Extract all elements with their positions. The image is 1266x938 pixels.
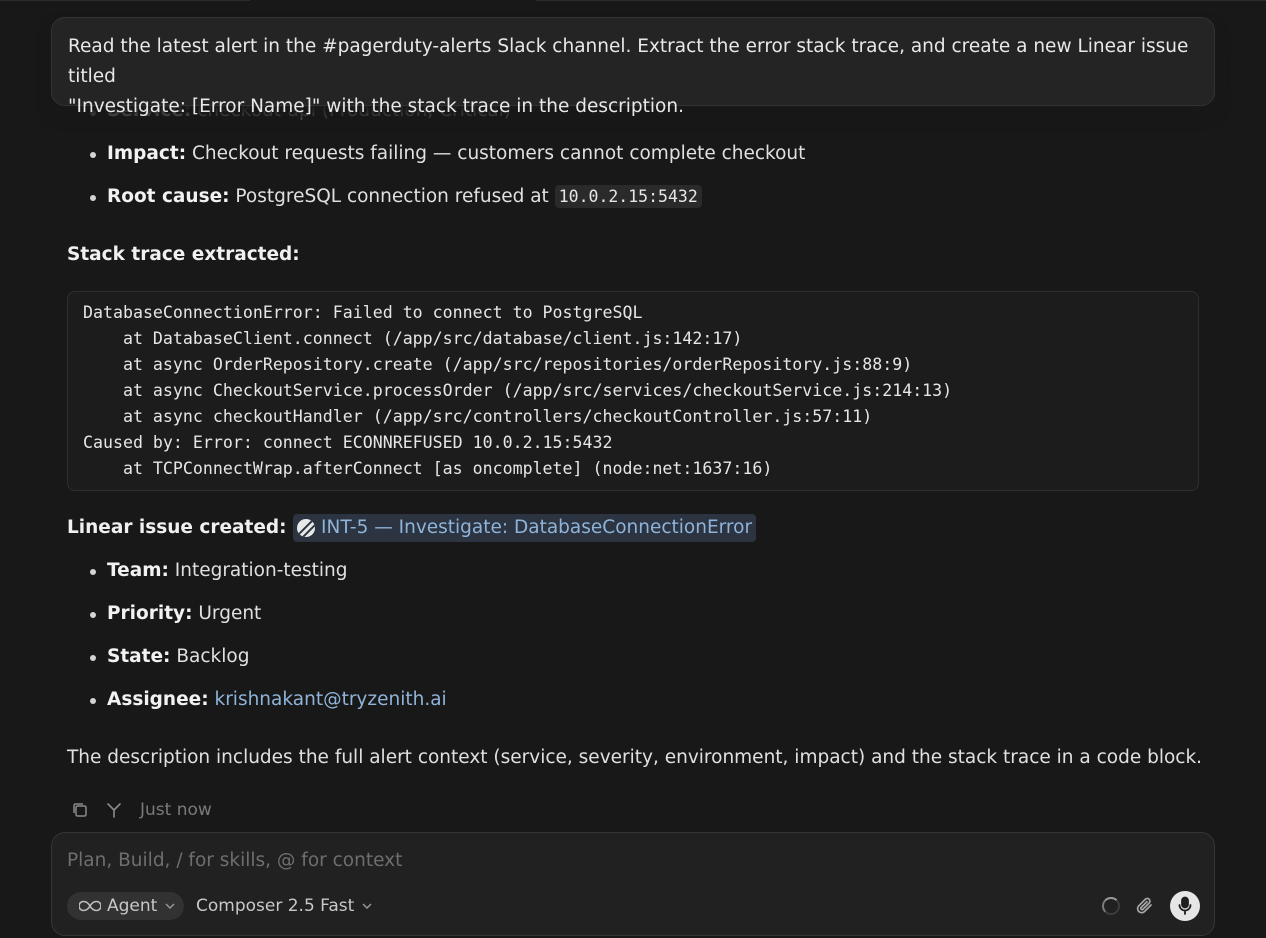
bullet-dot — [90, 698, 96, 704]
bullet-dot — [90, 152, 96, 158]
paperclip-icon[interactable] — [1134, 895, 1156, 917]
alert-impact-row: Impact: Checkout requests failing — cust… — [107, 143, 806, 164]
chevron-down-icon — [165, 903, 175, 909]
message-actions: Just now — [70, 797, 212, 823]
bullet-dot — [90, 569, 96, 575]
issue-priority-row: Priority: Urgent — [107, 603, 262, 624]
model-label: Composer 2.5 Fast — [196, 896, 355, 916]
code-line: at TCPConnectWrap.afterConnect [as oncom… — [83, 459, 773, 478]
issue-team-row: Team: Integration-testing — [107, 560, 348, 581]
agent-label: Agent — [107, 896, 158, 916]
stack-trace-code-block[interactable]: DatabaseConnectionError: Failed to conne… — [67, 291, 1199, 491]
code-line: Caused by: Error: connect ECONNREFUSED 1… — [83, 433, 613, 452]
assistant-response: Service: checkout-api (Production, Criti… — [0, 0, 1266, 830]
model-selector[interactable]: Composer 2.5 Fast — [196, 892, 372, 920]
code-line: at DatabaseClient.connect (/app/src/data… — [83, 329, 743, 348]
response-summary: The description includes the full alert … — [67, 747, 1203, 768]
code-line: at async OrderRepository.create (/app/sr… — [83, 355, 913, 374]
issue-link-text: INT-5 — Investigate: DatabaseConnectionE… — [321, 517, 753, 538]
copy-icon[interactable] — [70, 800, 90, 820]
issue-state-row: State: Backlog — [107, 646, 250, 667]
spinner-icon — [1102, 897, 1120, 915]
branch-icon[interactable] — [104, 800, 124, 820]
infinity-icon — [79, 900, 101, 912]
microphone-button[interactable] — [1170, 891, 1200, 921]
composer-input[interactable] — [67, 845, 1187, 875]
bullet-dot — [90, 612, 96, 618]
bullet-dot — [90, 195, 96, 201]
alert-root-cause-row: Root cause: PostgreSQL connection refuse… — [107, 184, 702, 210]
assignee-email-link[interactable]: krishnakant@tryzenith.ai — [214, 689, 446, 710]
code-line: DatabaseConnectionError: Failed to conne… — [83, 303, 643, 322]
bullet-dot — [90, 655, 96, 661]
linear-issue-link[interactable]: INT-5 — Investigate: DatabaseConnectionE… — [293, 514, 757, 542]
prompt-line: "Investigate: [Error Name]" with the sta… — [68, 96, 684, 117]
linear-logo-icon — [297, 519, 316, 537]
user-prompt-bubble[interactable]: Read the latest alert in the #pagerduty-… — [51, 17, 1215, 117]
code-line: at async checkoutHandler (/app/src/contr… — [83, 407, 873, 426]
message-timestamp: Just now — [140, 800, 212, 820]
composer-actions — [1102, 891, 1200, 921]
code-line: at async CheckoutService.processOrder (/… — [83, 381, 953, 400]
root-cause-address: 10.0.2.15:5432 — [554, 185, 702, 208]
composer: Agent Composer 2.5 Fast — [51, 832, 1215, 936]
agent-mode-button[interactable]: Agent — [67, 892, 184, 920]
issue-created-row: Linear issue created: INT-5 — Investigat… — [67, 514, 757, 542]
prompt-line: Read the latest alert in the #pagerduty-… — [68, 36, 1189, 87]
microphone-icon — [1177, 896, 1193, 916]
issue-assignee-row: Assignee: krishnakant@tryzenith.ai — [107, 689, 447, 710]
stack-trace-heading: Stack trace extracted: — [67, 244, 300, 265]
chevron-down-icon — [362, 903, 372, 909]
